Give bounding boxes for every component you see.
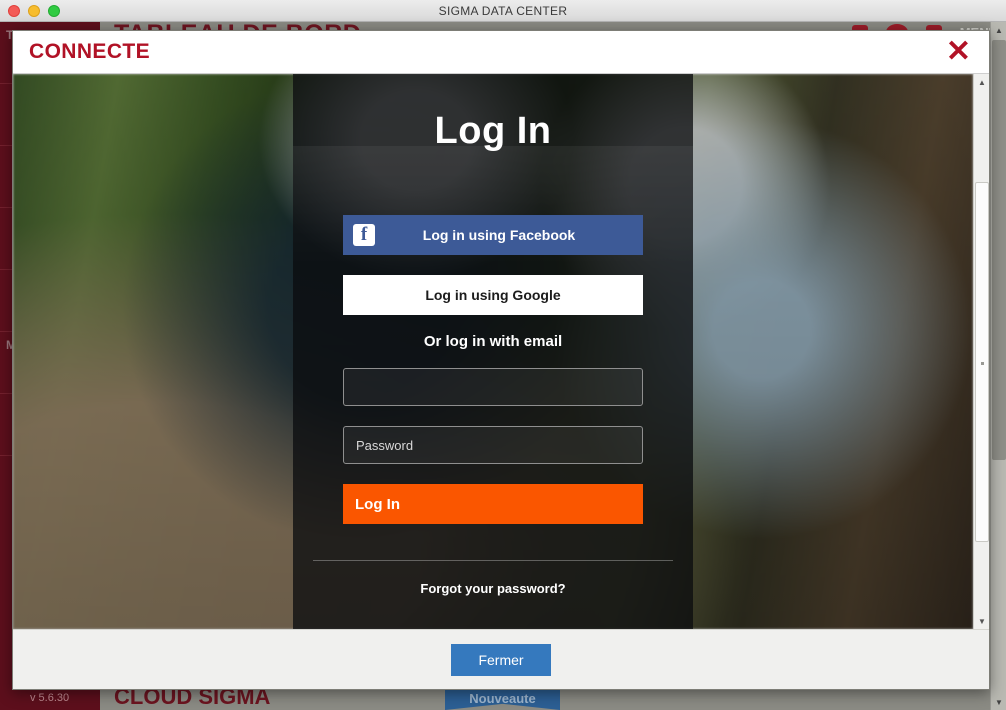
page-scrollbar-thumb[interactable] <box>992 40 1006 460</box>
google-login-label: Log in using Google <box>425 287 561 303</box>
modal-body: Log In f Log in using Facebook Log in us… <box>13 73 989 629</box>
modal-scrollbar-thumb[interactable] <box>975 182 989 542</box>
close-window-button[interactable] <box>8 5 20 17</box>
window-traffic-lights[interactable] <box>8 5 60 17</box>
page-scrollbar[interactable]: ▲ ▼ <box>990 22 1006 710</box>
modal-header: CONNECTE ✕ <box>13 31 989 73</box>
close-icon[interactable]: ✕ <box>946 37 971 67</box>
window-title: SIGMA DATA CENTER <box>438 3 568 18</box>
scrollbar-grip-icon <box>981 362 984 365</box>
fermer-button[interactable]: Fermer <box>451 643 551 676</box>
scroll-down-arrow-icon[interactable]: ▼ <box>991 694 1006 710</box>
modal-scrollbar[interactable]: ▲ ▼ <box>973 74 989 629</box>
scroll-up-arrow-icon[interactable]: ▲ <box>991 22 1006 38</box>
forgot-password-link[interactable]: Forgot your password? <box>343 581 643 622</box>
new-feature-ribbon: Nouveaute <box>445 688 560 710</box>
zoom-window-button[interactable] <box>48 5 60 17</box>
modal-footer: Fermer <box>13 629 989 689</box>
application-window: SIGMA DATA CENTER T M v 5.6.30 TABLEAU D… <box>0 0 1006 710</box>
email-login-divider-label: Or log in with email <box>423 333 563 350</box>
facebook-login-label: Log in using Facebook <box>422 227 576 243</box>
facebook-icon: f <box>353 224 375 246</box>
login-modal: CONNECTE ✕ Log In f Log in using Faceboo… <box>12 30 990 690</box>
login-submit-button[interactable]: Log In <box>343 484 643 524</box>
window-titlebar: SIGMA DATA CENTER <box>0 0 1006 22</box>
login-submit-label: Log In <box>355 495 400 513</box>
modal-scroll-up-arrow-icon[interactable]: ▲ <box>974 74 989 90</box>
login-viewport: Log In f Log in using Facebook Log in us… <box>13 74 973 629</box>
facebook-login-button[interactable]: f Log in using Facebook <box>343 215 643 255</box>
modal-title: CONNECTE <box>29 40 151 63</box>
modal-scroll-down-arrow-icon[interactable]: ▼ <box>974 613 989 629</box>
password-input[interactable] <box>343 426 643 464</box>
minimize-window-button[interactable] <box>28 5 40 17</box>
google-login-button[interactable]: Log in using Google <box>343 275 643 315</box>
login-form: f Log in using Facebook Log in using Goo… <box>293 215 693 622</box>
email-input[interactable] <box>343 368 643 406</box>
login-panel: Log In f Log in using Facebook Log in us… <box>293 74 693 629</box>
fermer-button-label: Fermer <box>478 651 524 668</box>
form-divider <box>313 560 673 561</box>
